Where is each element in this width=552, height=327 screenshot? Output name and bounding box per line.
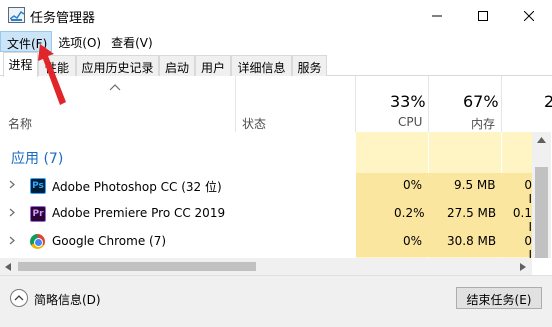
tab-app-history[interactable]: 应用历史记录 [76, 55, 159, 76]
table-row[interactable]: Pr Adobe Premiere Pro CC 2019 0.2% 27.5 … [0, 200, 532, 234]
title-bar: 任务管理器 [0, 0, 552, 31]
group-apps-title[interactable]: 应用 (7) [11, 148, 63, 168]
close-button[interactable] [506, 0, 552, 31]
chrome-icon [30, 234, 45, 249]
process-cpu: 0% [403, 178, 423, 192]
menu-view[interactable]: 查看(V) [105, 31, 157, 52]
column-name[interactable]: 名称 [8, 115, 32, 132]
photoshop-icon: Ps [30, 178, 46, 194]
scroll-up-icon[interactable] [537, 137, 546, 143]
end-task-button[interactable]: 结束任务(E) [456, 287, 542, 309]
chevron-up-icon [14, 295, 24, 301]
process-name: Google Chrome (7) [52, 234, 167, 248]
horizontal-scroll-thumb[interactable] [18, 262, 256, 271]
close-icon [524, 10, 534, 21]
maximize-button[interactable] [460, 0, 506, 31]
column-separator [428, 76, 429, 132]
table-row[interactable]: Ps Adobe Photoshop CC (32 位) 0% 9.5 MB 0… [0, 172, 532, 206]
window-title: 任务管理器 [30, 11, 96, 26]
chevron-right-icon[interactable] [9, 236, 15, 245]
tab-startup[interactable]: 启动 [159, 55, 195, 76]
red-arrow-annotation [38, 44, 66, 105]
tab-bar: 进程 性能 应用历史记录 启动 用户 详细信息 服务 [0, 52, 552, 77]
process-memory: 30.8 MB [447, 234, 497, 248]
process-name: Adobe Premiere Pro CC 2019 [52, 206, 226, 220]
cpu-percent[interactable]: 33% [390, 92, 426, 111]
premiere-icon: Pr [30, 206, 46, 222]
column-separator [501, 76, 502, 132]
fewer-details-label[interactable]: 简略信息(D) [34, 291, 101, 308]
column-cpu[interactable]: CPU [398, 115, 422, 129]
process-cpu: 0% [403, 234, 423, 248]
chevron-right-icon[interactable] [9, 180, 15, 189]
minimize-button[interactable] [414, 0, 460, 31]
tab-details[interactable]: 详细信息 [231, 55, 292, 76]
scroll-left-icon[interactable] [5, 263, 11, 271]
process-memory: 27.5 MB [447, 206, 497, 220]
task-manager-icon [8, 7, 25, 23]
memory-percent[interactable]: 67% [463, 92, 499, 111]
process-cpu: 0.2% [394, 206, 425, 220]
menu-bar: 文件(F) 选项(O) 查看(V) [0, 31, 552, 52]
column-status[interactable]: 状态 [242, 115, 266, 132]
scroll-right-icon[interactable] [520, 263, 526, 271]
column-memory[interactable]: 内存 [471, 115, 495, 132]
disk-percent[interactable]: 2 [544, 92, 552, 111]
chevron-right-icon[interactable] [9, 208, 15, 217]
maximize-icon [478, 10, 488, 21]
process-name: Adobe Photoshop CC (32 位) [52, 180, 222, 194]
table-row[interactable]: Google Chrome (7) 0% 30.8 MB 0 I [0, 228, 532, 262]
fewer-details-toggle[interactable] [10, 289, 28, 307]
vertical-scroll-thumb[interactable] [535, 167, 548, 258]
tab-services[interactable]: 服务 [292, 55, 327, 76]
minimize-icon [432, 15, 442, 16]
column-separator [235, 76, 236, 132]
tab-users[interactable]: 用户 [195, 55, 231, 76]
tab-processes[interactable]: 进程 [3, 52, 38, 77]
column-separator [355, 76, 356, 132]
sort-up-icon[interactable] [109, 84, 121, 91]
process-memory: 9.5 MB [454, 178, 496, 192]
